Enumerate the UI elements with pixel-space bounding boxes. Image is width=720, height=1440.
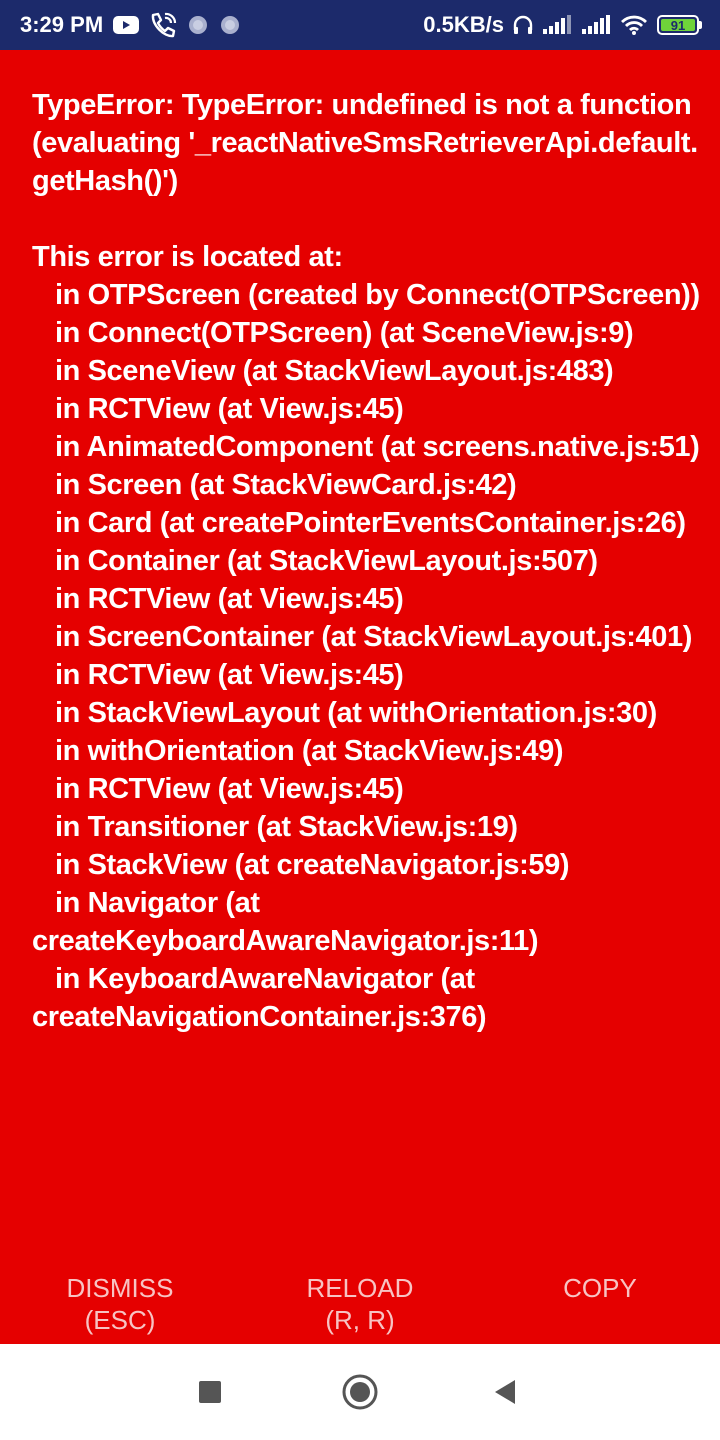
reload-shortcut: (R, R) xyxy=(325,1305,395,1335)
stack-line: in StackView (at createNavigator.js:59) xyxy=(32,849,570,881)
navigation-bar xyxy=(0,1344,720,1440)
stack-header: This error is located at: xyxy=(32,241,343,273)
copy-label: COPY xyxy=(563,1273,637,1303)
recents-square-icon[interactable] xyxy=(184,1366,236,1418)
stack-line: in Transitioner (at StackView.js:19) xyxy=(32,811,518,843)
reload-label: RELOAD xyxy=(306,1273,414,1303)
headset-icon xyxy=(513,14,533,36)
stack-line: in Card (at createPointerEventsContainer… xyxy=(32,507,686,539)
dismiss-shortcut: (ESC) xyxy=(84,1305,156,1335)
action-bar: DISMISS (ESC) RELOAD (R, R) COPY xyxy=(0,1230,720,1344)
battery-body: 91 xyxy=(657,15,699,35)
component-stack: in OTPScreen (created by Connect(OTPScre… xyxy=(32,276,700,1036)
error-message: TypeError: TypeError: undefined is not a… xyxy=(32,89,699,197)
signal-icon xyxy=(581,15,611,35)
stack-line: in AnimatedComponent (at screens.native.… xyxy=(32,431,700,463)
status-time: 3:29 PM xyxy=(20,12,104,37)
stack-line: in ScreenContainer (at StackViewLayout.j… xyxy=(32,621,692,653)
stack-line: in OTPScreen (created by Connect(OTPScre… xyxy=(32,279,700,311)
redbox-error-panel[interactable]: TypeError: TypeError: undefined is not a… xyxy=(0,50,720,1230)
stack-line: in SceneView (at StackViewLayout.js:483) xyxy=(32,355,614,387)
back-triangle-icon[interactable] xyxy=(480,1366,532,1418)
dismiss-button[interactable]: DISMISS (ESC) xyxy=(20,1272,220,1336)
notification-dot-icon xyxy=(187,14,209,36)
status-bar-left: 3:29 PM xyxy=(20,12,241,38)
stack-line: in RCTView (at View.js:45) xyxy=(32,583,404,615)
battery-level: 91 xyxy=(661,19,695,32)
error-text-block: TypeError: TypeError: undefined is not a… xyxy=(0,50,720,1036)
status-bar-right: 0.5KB/s 91 xyxy=(423,12,702,38)
copy-button[interactable]: COPY xyxy=(500,1272,700,1304)
stack-line: in StackViewLayout (at withOrientation.j… xyxy=(32,697,657,729)
dismiss-label: DISMISS xyxy=(66,1273,174,1303)
stack-line: in RCTView (at View.js:45) xyxy=(32,393,404,425)
stack-line: in Connect(OTPScreen) (at SceneView.js:9… xyxy=(32,317,634,349)
stack-line: in Screen (at StackViewCard.js:42) xyxy=(32,469,517,501)
battery-icon: 91 xyxy=(657,15,702,35)
signal-icon xyxy=(542,15,572,35)
status-bar: 3:29 PM 0.5KB/s 91 xyxy=(0,0,720,50)
youtube-icon xyxy=(113,15,140,35)
notification-dot-icon xyxy=(219,14,241,36)
stack-line: in RCTView (at View.js:45) xyxy=(32,773,404,805)
stack-line: in Container (at StackViewLayout.js:507) xyxy=(32,545,598,577)
stack-line: in KeyboardAwareNavigator (at createNavi… xyxy=(32,963,487,1033)
stack-line: in withOrientation (at StackView.js:49) xyxy=(32,735,564,767)
network-speed: 0.5KB/s xyxy=(423,12,504,37)
home-circle-icon[interactable] xyxy=(334,1366,386,1418)
stack-line: in Navigator (at createKeyboardAwareNavi… xyxy=(32,887,539,957)
wifi-calling-icon xyxy=(149,12,177,38)
wifi-icon xyxy=(620,14,648,36)
battery-tip xyxy=(699,21,702,29)
reload-button[interactable]: RELOAD (R, R) xyxy=(260,1272,460,1336)
stack-line: in RCTView (at View.js:45) xyxy=(32,659,404,691)
